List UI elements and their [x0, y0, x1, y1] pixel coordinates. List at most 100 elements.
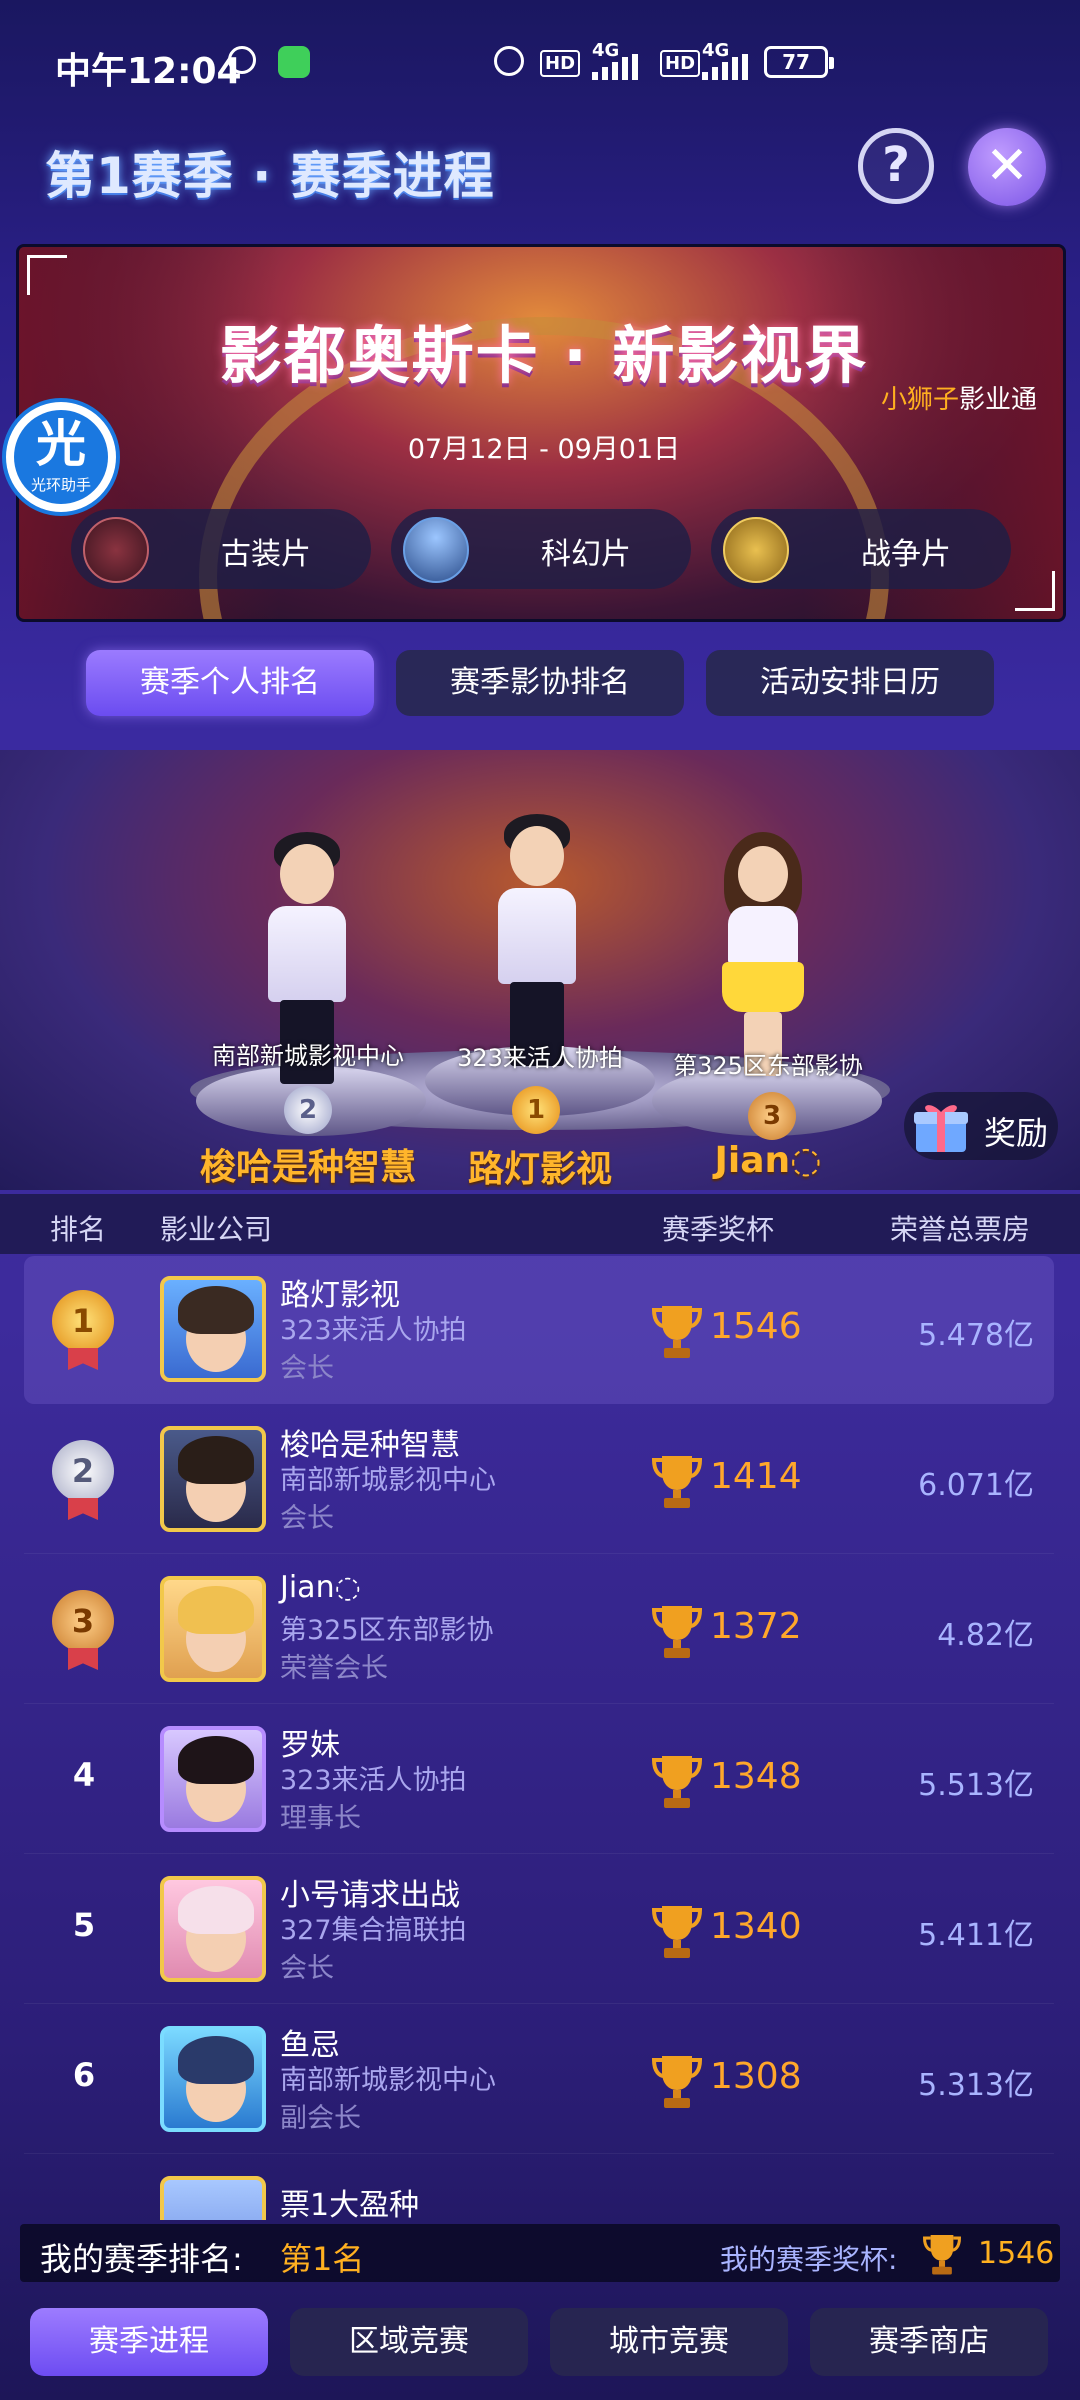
avatar[interactable]: [160, 1576, 266, 1682]
figure-skirt: [722, 962, 804, 1012]
figure-head: [738, 846, 788, 902]
avatar[interactable]: [160, 1426, 266, 1532]
row-trophy-count: 1308: [710, 2056, 802, 2097]
ranking-list-header: 排名 影业公司 赛季奖杯 荣誉总票房: [0, 1194, 1080, 1254]
row-trophy-count: 1414: [710, 1456, 802, 1497]
genre-label: 古装片: [221, 537, 311, 572]
row-role: 荣誉会长: [280, 1653, 388, 1684]
trophy-icon: [652, 1756, 702, 1808]
signal-icon-1: [592, 54, 638, 80]
row-box-office: 5.411亿: [918, 1918, 1034, 1953]
avatar[interactable]: [160, 1726, 266, 1832]
logo-sub: 光环助手: [30, 476, 91, 494]
gift-icon: [914, 1105, 968, 1152]
nav-regional-competition[interactable]: 区域竞赛: [290, 2308, 528, 2376]
genre-label: 战争片: [861, 537, 951, 572]
my-trophy-label: 我的赛季奖杯:: [720, 2243, 898, 2276]
nav-season-shop[interactable]: 赛季商店: [810, 2308, 1048, 2376]
row-role: 副会长: [280, 2103, 361, 2134]
tab-guild-ranking[interactable]: 赛季影协排名: [396, 650, 684, 716]
rank-number: 4: [72, 1756, 96, 1794]
medal-first-icon: 1: [512, 1086, 560, 1134]
reward-button[interactable]: 奖励: [904, 1092, 1058, 1160]
table-row[interactable]: 1 路灯影视 323来活人协拍 会长 1546 5.478亿: [24, 1256, 1054, 1404]
help-button[interactable]: ?: [858, 128, 934, 204]
trophy-icon: [652, 1456, 702, 1508]
silver-medal-icon: 2: [52, 1440, 114, 1502]
nav-season-progress[interactable]: 赛季进程: [30, 2308, 268, 2376]
table-row-partial[interactable]: 票1大盈种: [24, 2156, 1054, 2220]
genre-label: 科幻片: [541, 537, 631, 572]
genre-war[interactable]: 战争片: [711, 509, 1011, 589]
column-company: 影业公司: [160, 1213, 273, 1246]
my-season-stats: 我的赛季排名: 第1名 我的赛季奖杯: 1546: [20, 2224, 1060, 2282]
row-trophy-count: 1340: [710, 1906, 802, 1947]
mute-icon: [494, 46, 524, 76]
row-guild: 第325区东部影协: [280, 1615, 494, 1646]
trophy-icon: [923, 2235, 961, 2275]
trophy-icon: [652, 1906, 702, 1958]
row-trophy-count: 1372: [710, 1606, 802, 1647]
rank-number: 5: [72, 1906, 96, 1944]
battery-icon: 77: [764, 46, 834, 78]
table-row[interactable]: 4 罗妹 323来活人协拍 理事长 1348 5.513亿: [24, 1706, 1054, 1854]
banner-corner-br: [1015, 571, 1055, 611]
trophy-icon: [652, 1306, 702, 1358]
row-role: 会长: [280, 1353, 334, 1384]
row-guild: 323来活人协拍: [280, 1315, 467, 1346]
row-role: 会长: [280, 1503, 334, 1534]
rank-number: 6: [72, 2056, 96, 2094]
medal-second-icon: 2: [284, 1086, 332, 1134]
banner-sponsor: 小狮子影业通: [881, 379, 1037, 416]
my-rank-label: 我的赛季排名:: [40, 2240, 243, 2278]
status-time: 中午12:04: [55, 51, 242, 92]
reward-label: 奖励: [984, 1114, 1049, 1152]
figure-body: [268, 906, 346, 1002]
tab-personal-ranking[interactable]: 赛季个人排名: [86, 650, 374, 716]
avatar[interactable]: [160, 2026, 266, 2132]
medal-third-icon: 3: [748, 1092, 796, 1140]
trophy-icon: [652, 2056, 702, 2108]
medal-ribbon: [68, 1498, 98, 1520]
figure-head: [280, 844, 334, 904]
gold-medal-icon: 1: [52, 1290, 114, 1352]
row-box-office: 5.313亿: [918, 2068, 1034, 2103]
trophy-icon: [652, 1606, 702, 1658]
medal-ribbon: [68, 1648, 98, 1670]
nav-city-competition[interactable]: 城市竞赛: [550, 2308, 788, 2376]
table-row[interactable]: 2 梭哈是种智慧 南部新城影视中心 会长 1414 6.071亿: [24, 1406, 1054, 1554]
tab-event-calendar[interactable]: 活动安排日历: [706, 650, 994, 716]
row-name: 票1大盈种: [280, 2188, 420, 2220]
avatar-hair: [178, 1586, 254, 1634]
app-logo: 光 光环助手: [2, 398, 120, 516]
bronze-medal-icon: 3: [52, 1590, 114, 1652]
event-banner[interactable]: 影都奥斯卡 · 新影视界 小狮子影业通 07月12日 - 09月01日 古装片 …: [16, 244, 1066, 622]
column-box-office: 荣誉总票房: [890, 1213, 1031, 1246]
avatar[interactable]: [160, 2176, 266, 2220]
genre-ancient[interactable]: 古装片: [71, 509, 371, 589]
avatar-hair: [178, 1886, 254, 1934]
row-box-office: 5.478亿: [918, 1318, 1034, 1353]
table-row[interactable]: 6 鱼忌 南部新城影视中心 副会长 1308 5.313亿: [24, 2006, 1054, 2154]
sponsor-highlight: 小狮子: [880, 385, 959, 415]
genre-scifi[interactable]: 科幻片: [391, 509, 691, 589]
row-guild: 327集合搞联拍: [280, 1915, 467, 1946]
row-box-office: 5.513亿: [918, 1768, 1034, 1803]
avatar[interactable]: [160, 1276, 266, 1382]
row-trophy-count: 1546: [710, 1306, 802, 1347]
app-notification-icon: [278, 46, 310, 78]
close-button[interactable]: ✕: [968, 128, 1046, 206]
my-trophy-value: 1546: [978, 2236, 1055, 2271]
my-rank-value: 第1名: [280, 2240, 365, 2278]
row-role: 理事长: [280, 1803, 361, 1834]
figure-head: [510, 826, 564, 886]
status-bar: 中午12:04 HD 4G HD 4G 77: [0, 0, 1080, 120]
table-row[interactable]: 3 Jian◌ 第325区东部影协 荣誉会长 1372 4.82亿: [24, 1556, 1054, 1704]
table-row[interactable]: 5 小号请求出战 327集合搞联拍 会长 1340 5.411亿: [24, 1856, 1054, 2004]
avatar-hair: [178, 1436, 254, 1484]
avatar-figure-first[interactable]: [492, 812, 582, 1072]
avatar[interactable]: [160, 1876, 266, 1982]
hd-badge-2: HD: [660, 50, 701, 77]
row-role: 会长: [280, 1953, 334, 1984]
avatar-figure-third[interactable]: [718, 830, 808, 1080]
